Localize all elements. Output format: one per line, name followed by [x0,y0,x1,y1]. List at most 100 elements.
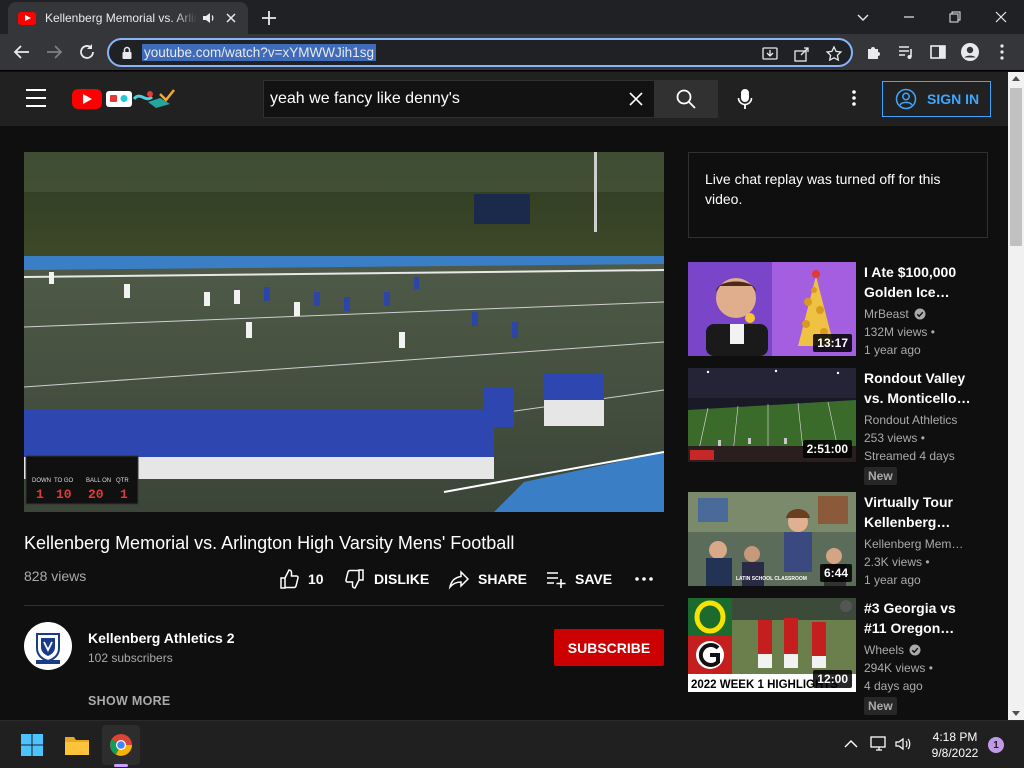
windows-taskbar: 4:18 PM 9/8/2022 1 [0,720,1024,768]
save-button[interactable]: SAVE [545,568,612,590]
section-divider [24,605,664,606]
scroll-up-arrow-icon[interactable] [1012,76,1020,81]
scroll-down-arrow-icon[interactable] [1012,711,1020,716]
install-app-icon[interactable] [761,45,779,63]
share-page-icon[interactable] [793,45,811,63]
new-badge: New [864,467,897,485]
chrome-taskbar-button[interactable] [105,729,137,761]
video-thumbnail[interactable]: 13:17 [688,262,856,356]
recommended-title[interactable]: I Ate $100,000 Golden Ice… [864,262,980,302]
channel-label: Kellenberg Mem… [864,537,964,551]
chrome-logo-icon [110,734,132,756]
restore-button[interactable] [932,0,978,34]
page-scrollbar[interactable] [1008,72,1024,720]
channel-avatar[interactable] [24,622,72,670]
url-text[interactable]: youtube.com/watch?v=xYMWWJih1sg [142,44,376,61]
channel-label: Wheels [864,643,905,657]
windows-logo-icon [21,734,43,756]
tab-search-button[interactable] [840,0,886,34]
close-icon [995,11,1007,23]
share-arrow-icon [448,570,470,590]
recommended-video[interactable]: 2022 WEEK 1 HIGHLIGHTS 12:00 #3 Georgia … [688,598,1008,715]
search-input[interactable] [270,87,620,111]
new-tab-icon[interactable] [258,7,280,29]
puzzle-icon [868,47,880,59]
recommended-channel[interactable]: Kellenberg Mem… [864,537,988,551]
media-controls-button[interactable] [894,40,918,64]
recommended-title[interactable]: Rondout Valley vs. Monticello… [864,368,980,408]
subscribe-button[interactable]: SUBSCRIBE [554,629,664,666]
share-label: SHARE [478,571,528,587]
dislike-button[interactable]: DISLIKE [344,568,429,590]
address-bar[interactable]: youtube.com/watch?v=xYMWWJih1sg [107,38,853,67]
speaker-icon[interactable] [201,10,217,26]
recommended-video[interactable]: LATIN SCHOOL CLASSROOM 6:44 Virtually To… [688,492,1008,592]
chrome-menu-button[interactable] [990,40,1014,64]
scrollbar-thumb[interactable] [1010,88,1022,246]
scoreboard-label-ball-on: BALL ON [86,478,111,484]
search-button[interactable] [654,80,718,118]
video-thumbnail[interactable]: 2022 WEEK 1 HIGHLIGHTS 12:00 [688,598,856,692]
recommended-title[interactable]: Virtually Tour Kellenberg… [864,492,980,532]
recommended-title[interactable]: #3 Georgia vs #11 Oregon… [864,598,980,638]
youtube-logo-icon[interactable] [72,89,102,109]
side-panel-icon [930,45,946,59]
chevron-up-icon[interactable] [844,739,858,749]
minimize-button[interactable] [886,0,932,34]
search-icon [676,89,696,109]
network-icon[interactable] [870,736,888,752]
recommended-age: Streamed 4 days [864,449,955,463]
recommended-channel[interactable]: Rondout Athletics [864,413,988,427]
recommended-age: 4 days ago [864,679,923,693]
back-button[interactable] [10,40,34,64]
profile-button[interactable] [958,40,982,64]
video-thumbnail[interactable]: LATIN SCHOOL CLASSROOM 6:44 [688,492,856,586]
scoreboard-overlay: DOWN TO GO BALL ON QTR 1 10 20 1 [25,455,139,505]
clear-search-icon[interactable] [628,91,644,107]
tab-title: Kellenberg Memorial vs. Arlington High V… [45,11,197,25]
scoreboard-label-to-go: TO GO [54,478,74,484]
show-more-button[interactable]: SHOW MORE [88,694,171,708]
browser-tab[interactable]: Kellenberg Memorial vs. Arlington High V… [8,2,248,34]
scoreboard-ball-on: 20 [88,487,104,502]
side-panel-button[interactable] [926,40,950,64]
bookmark-star-icon[interactable] [825,45,843,63]
notification-badge[interactable]: 1 [988,737,1004,753]
file-explorer-button[interactable] [61,729,93,761]
settings-menu-button[interactable] [842,86,866,110]
reload-button[interactable] [75,40,99,64]
close-window-button[interactable] [978,0,1024,34]
voice-search-button[interactable] [729,83,761,115]
recommended-channel[interactable]: Wheels [864,643,988,657]
browser-toolbar: youtube.com/watch?v=xYMWWJih1sg [0,34,1024,71]
new-badge: New [864,697,897,715]
video-duration: 12:00 [813,670,852,688]
recommended-channel[interactable]: MrBeast [864,307,988,321]
youtube-doodle-icon[interactable] [104,86,178,112]
video-player[interactable]: DOWN TO GO BALL ON QTR 1 10 20 1 [24,152,664,512]
extensions-button[interactable] [862,40,886,64]
recommended-video[interactable]: 2:51:00 Rondout Valley vs. Monticello… R… [688,368,1008,485]
restore-icon [949,11,961,23]
lock-icon[interactable] [121,46,133,60]
hamburger-menu-icon[interactable] [26,89,46,107]
subscriber-count: 102 subscribers [88,651,173,665]
sign-in-button[interactable]: SIGN IN [882,81,991,117]
forward-button[interactable] [42,40,66,64]
volume-icon[interactable] [894,736,912,752]
video-duration: 6:44 [819,564,852,582]
title-line-2: #11 Oregon… [864,620,955,636]
channel-name[interactable]: Kellenberg Athletics 2 [88,630,235,646]
channel-label: Rondout Athletics [864,413,958,427]
arrow-left-icon [13,45,29,59]
search-box[interactable] [263,80,654,118]
close-tab-icon[interactable] [223,10,239,26]
system-clock[interactable]: 4:18 PM 9/8/2022 [922,729,988,761]
recommended-video[interactable]: 13:17 I Ate $100,000 Golden Ice… MrBeast… [688,262,1008,362]
more-actions-button[interactable] [634,568,662,590]
recommended-views: 2.3K views • [864,555,930,569]
like-button[interactable]: 10 [278,568,324,590]
video-thumbnail[interactable]: 2:51:00 [688,368,856,462]
share-button[interactable]: SHARE [448,568,527,590]
start-button[interactable] [16,729,48,761]
